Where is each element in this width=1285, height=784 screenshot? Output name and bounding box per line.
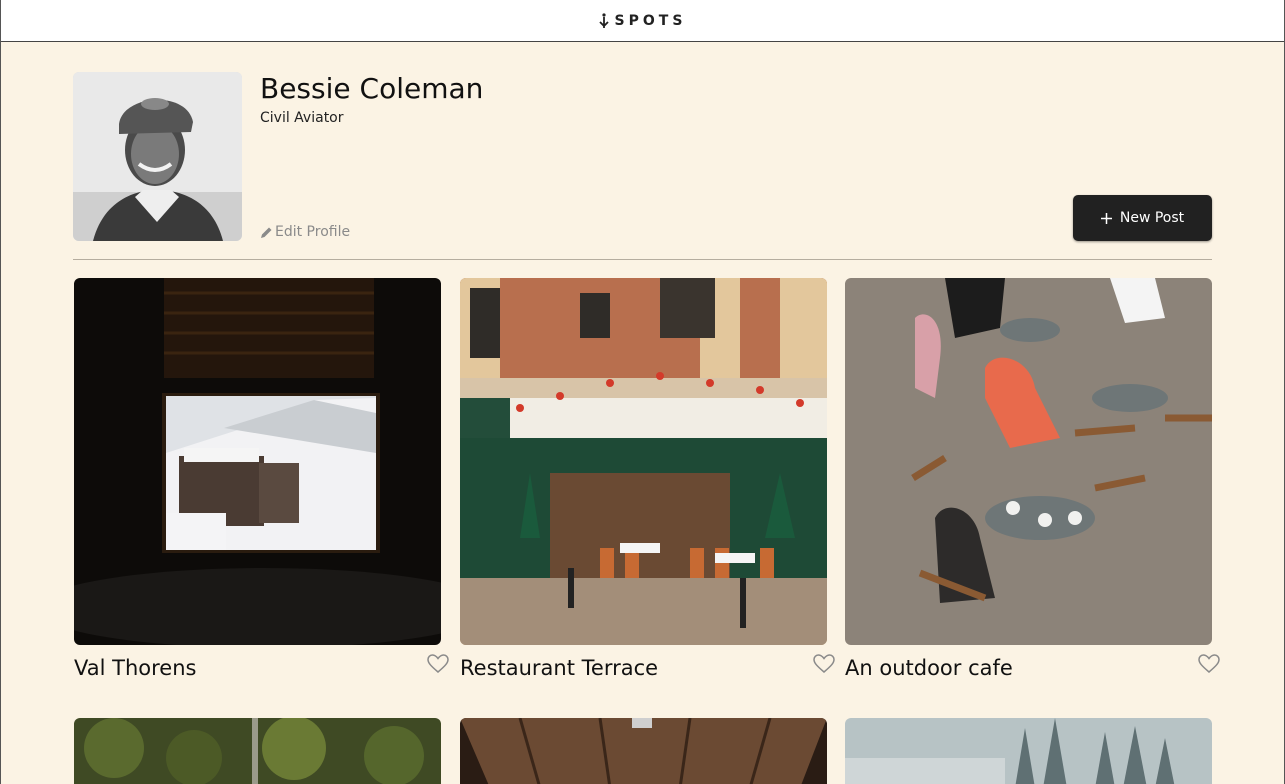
heart-icon[interactable] (813, 654, 835, 674)
card-title: Val Thorens (74, 656, 197, 680)
new-post-button[interactable]: New Post (1073, 195, 1212, 241)
new-post-label: New Post (1119, 210, 1185, 226)
pencil-icon (261, 227, 272, 238)
card: Restaurant Terrace (460, 278, 835, 680)
profile-name: Bessie Coleman (260, 72, 484, 105)
edit-profile-button[interactable]: Edit Profile (260, 224, 350, 240)
logo[interactable]: SPOTS (598, 12, 687, 29)
card: An outdoor cafe (845, 278, 1220, 680)
header: SPOTS (1, 0, 1284, 42)
app-frame: SPOTS Bessie Coleman Civil Aviator Edit … (0, 0, 1285, 784)
profile-job: Civil Aviator (260, 110, 344, 126)
heart-icon[interactable] (427, 654, 449, 674)
plus-icon (1100, 212, 1112, 224)
card (845, 718, 1212, 784)
edit-profile-label: Edit Profile (275, 224, 351, 240)
card-image[interactable] (845, 278, 1212, 645)
card (74, 718, 441, 784)
card-title: An outdoor cafe (845, 656, 1013, 680)
logo-icon (598, 12, 609, 28)
heart-icon[interactable] (1198, 654, 1220, 674)
card (460, 718, 827, 784)
card-image[interactable] (845, 718, 1212, 784)
logo-text: SPOTS (614, 12, 687, 29)
card-image[interactable] (74, 278, 441, 645)
divider (73, 259, 1212, 260)
card-image[interactable] (460, 718, 827, 784)
profile-section: Bessie Coleman Civil Aviator Edit Profil… (73, 72, 1212, 242)
card-image[interactable] (74, 718, 441, 784)
avatar (73, 72, 242, 241)
card-title: Restaurant Terrace (460, 656, 659, 680)
card: Val Thorens (74, 278, 449, 680)
card-image[interactable] (460, 278, 827, 645)
